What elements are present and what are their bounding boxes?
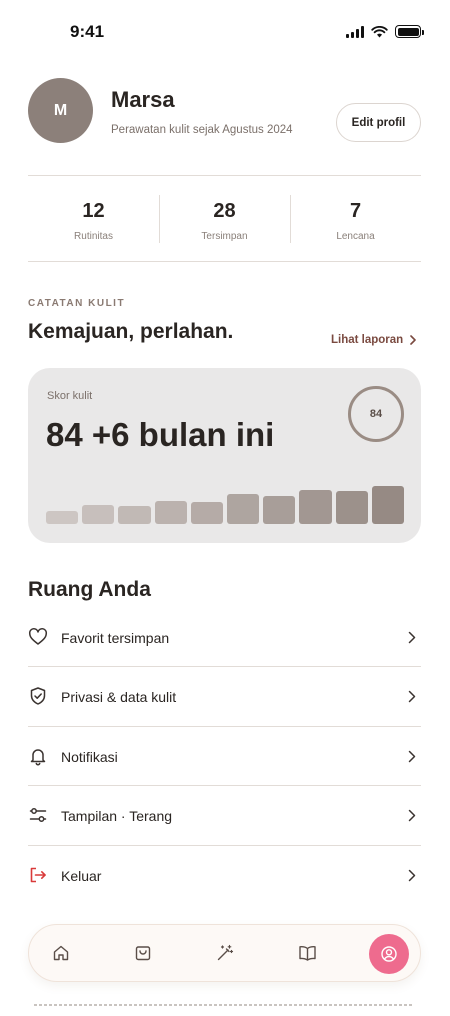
profile-name: Marsa (111, 87, 175, 112)
skin-score-bar (82, 505, 115, 524)
skin-score-bar (118, 506, 151, 524)
nav-profile[interactable] (369, 934, 409, 974)
skin-score-bar (335, 491, 368, 524)
logout-icon (30, 867, 46, 882)
stat-label: Lencana (336, 231, 375, 242)
stat-saved[interactable]: 28 Tersimpan (159, 176, 290, 261)
nav-shop[interactable] (131, 941, 155, 965)
view-report-link[interactable]: Lihat laporan (331, 334, 417, 346)
menu-item-logout[interactable]: Keluar (28, 846, 421, 905)
stat-value: 7 (349, 200, 362, 222)
home-icon (53, 945, 69, 961)
stat-value: 28 (213, 200, 236, 222)
your-space-title: Ruang Anda (28, 578, 151, 601)
menu-item-appearance[interactable]: Tampilan · Terang (28, 786, 421, 846)
edit-profile-button[interactable]: Edit profil (336, 103, 421, 142)
chevron-right-icon (410, 335, 417, 345)
stat-badges[interactable]: 7 Lencana (290, 176, 421, 261)
nav-journal[interactable] (295, 941, 319, 965)
section-eyebrow: CATATAN KULIT (28, 298, 126, 309)
bottom-nav (28, 924, 421, 982)
skin-score-bar (263, 496, 296, 524)
skin-score-bar (154, 501, 187, 524)
profile-screen: 9:41 M Marsa Perawatan kulit sejak Agust… (4, 0, 445, 1010)
status-icons (346, 25, 424, 38)
stat-value: 12 (82, 200, 105, 222)
skin-score-bar (190, 502, 223, 524)
profile-subtitle: Perawatan kulit sejak Agustus 2024 (111, 124, 293, 136)
chevron-right-icon (408, 750, 416, 763)
home-indicator (34, 1004, 414, 1006)
menu-item-label: Privasi & data kulit (61, 689, 177, 706)
menu-item-label: Notifikasi (61, 748, 118, 765)
skin-score-bars (46, 484, 404, 524)
magic-wand-icon (217, 944, 234, 961)
view-report-label: Lihat laporan (331, 334, 404, 346)
profile-icon (381, 946, 397, 962)
chevron-right-icon (408, 691, 416, 703)
book-icon (298, 946, 316, 961)
divider (28, 261, 421, 262)
menu-item-label: Favorit tersimpan (61, 630, 170, 646)
skin-score-card[interactable]: Skor kulit 84 +6 bulan ini 84 (28, 368, 421, 543)
status-time: 9:41 (70, 22, 105, 41)
skin-score-value: 84 +6 bulan ini (46, 416, 275, 453)
shopping-bag-icon (135, 946, 151, 961)
bell-icon (30, 749, 46, 766)
menu-item-privacy[interactable]: Privasi & data kulit (28, 667, 421, 727)
menu-item-favorites[interactable]: Favorit tersimpan (28, 608, 421, 668)
skin-score-bar (227, 494, 260, 524)
wifi-icon (371, 25, 388, 37)
your-space-menu: Favorit tersimpan Privasi & data kulit N… (28, 608, 421, 905)
chevron-right-icon (408, 809, 416, 822)
stat-routines[interactable]: 12 Rutinitas (28, 176, 159, 261)
skin-score-bar (299, 490, 332, 524)
chevron-right-icon (408, 631, 416, 644)
menu-item-notifications[interactable]: Notifikasi (28, 727, 421, 787)
battery-icon (395, 25, 424, 38)
status-bar: 9:41 (4, 0, 445, 64)
stat-label: Rutinitas (74, 231, 113, 242)
stat-label: Tersimpan (201, 231, 248, 242)
nav-magic[interactable] (213, 941, 237, 965)
skin-score-bar (371, 486, 404, 524)
signal-icon (346, 25, 364, 38)
chevron-right-icon (408, 869, 416, 881)
skin-score-label: Skor kulit (47, 390, 93, 402)
menu-item-label: Keluar (61, 867, 102, 884)
skin-score-bar (46, 511, 79, 524)
shield-check-icon (30, 687, 46, 706)
score-ring: 84 (348, 386, 404, 442)
heart-icon (29, 628, 47, 645)
stats-row: 12 Rutinitas 28 Tersimpan 7 Lencana (28, 176, 421, 261)
section-title: Kemajuan, perlahan. (28, 320, 234, 343)
menu-item-label: Tampilan · Terang (61, 808, 173, 825)
avatar[interactable]: M (28, 78, 93, 143)
sliders-icon (29, 808, 47, 823)
nav-home[interactable] (49, 941, 73, 965)
